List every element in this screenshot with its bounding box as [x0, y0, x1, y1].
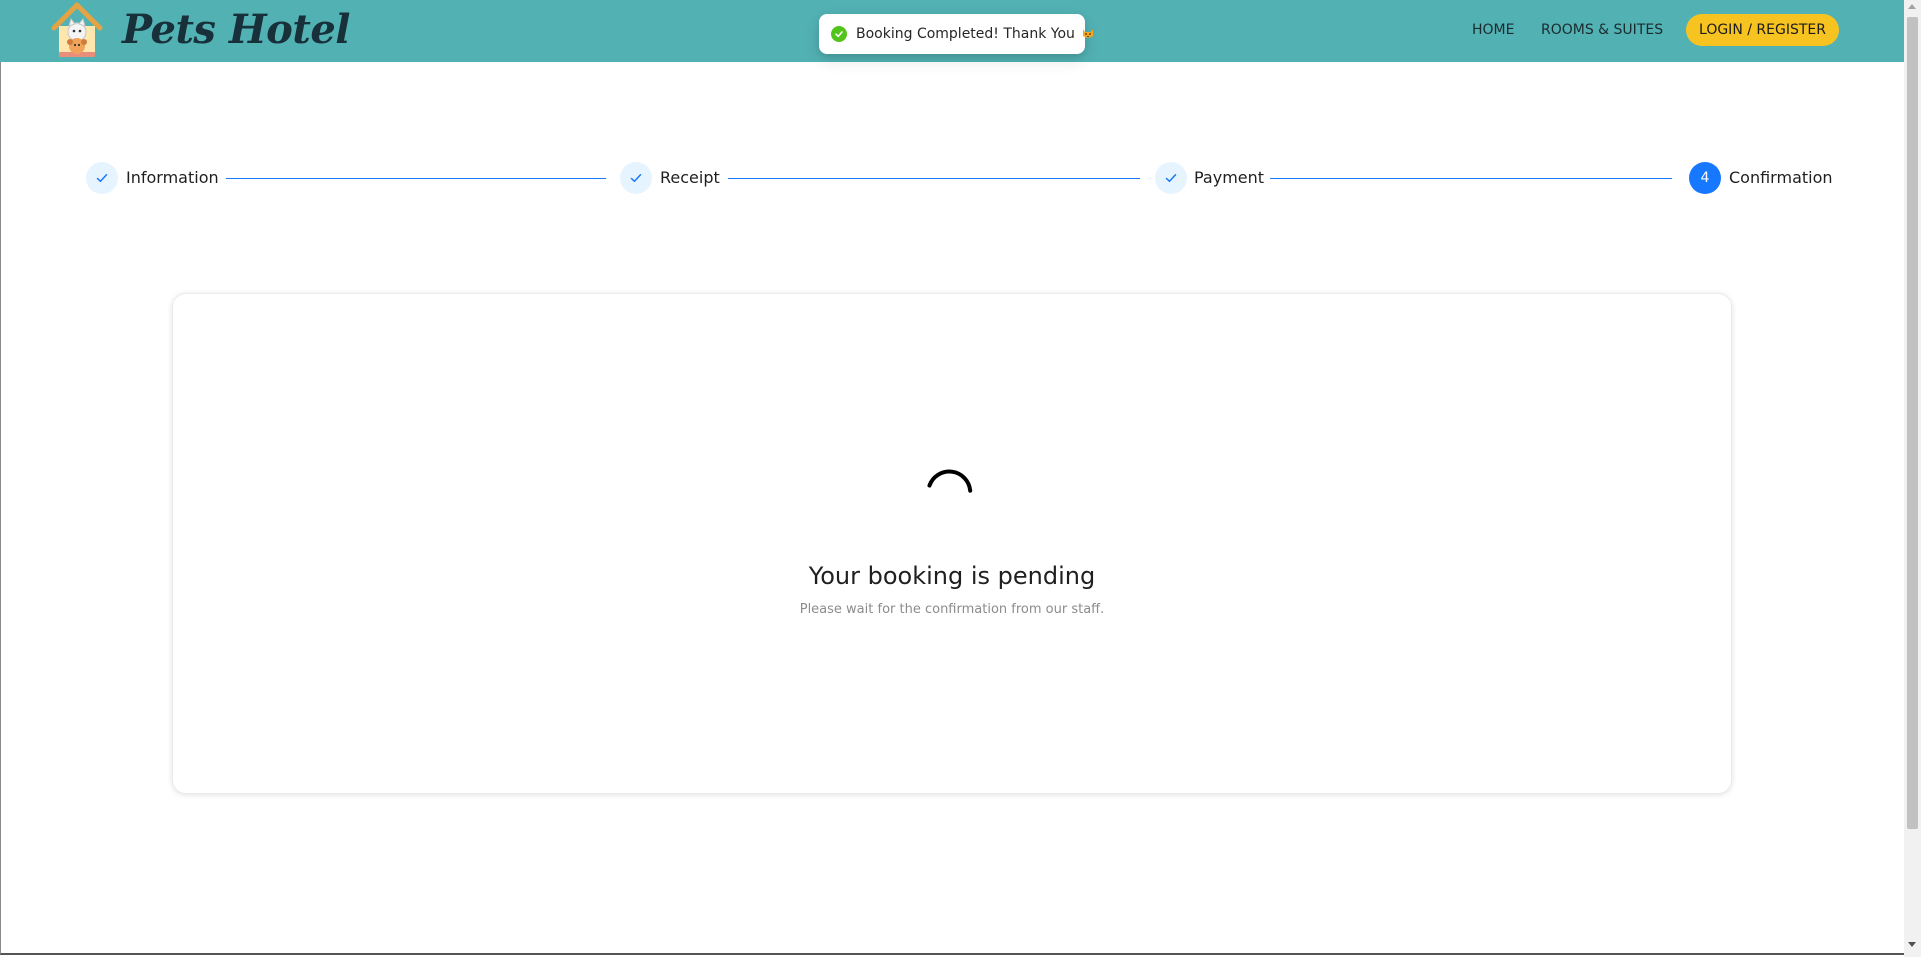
step-connector-line: [226, 178, 606, 179]
login-register-button[interactable]: LOGIN / REGISTER: [1686, 14, 1839, 46]
toast-message: Booking Completed! Thank You: [856, 26, 1095, 42]
step-information-label: Information: [126, 168, 219, 187]
scroll-up-arrow-icon[interactable]: [1908, 4, 1916, 9]
step-connector-line: [728, 178, 1140, 179]
check-circle-icon: [831, 26, 847, 42]
booking-status-title: Your booking is pending: [808, 562, 1096, 590]
scroll-down-arrow-icon[interactable]: [1908, 942, 1916, 947]
cat-face-icon: [1081, 26, 1095, 40]
booking-status-card: Your booking is pending Please wait for …: [172, 293, 1732, 794]
step-information-check-icon: [86, 162, 118, 194]
scrollbar-thumb[interactable]: [1907, 17, 1918, 829]
booking-success-toast: Booking Completed! Thank You: [819, 14, 1093, 54]
step-connector-line: [1270, 178, 1672, 179]
nav-home-link[interactable]: HOME: [1472, 20, 1514, 40]
step-confirmation-number: 4: [1689, 162, 1721, 194]
nav-rooms-suites-link[interactable]: ROOMS & SUITES: [1541, 20, 1663, 40]
loading-spinner-icon: [921, 462, 977, 518]
toast-message-text: Booking Completed! Thank You: [856, 26, 1075, 42]
brand-name[interactable]: Pets Hotel: [122, 2, 350, 58]
step-receipt-label: Receipt: [660, 168, 720, 187]
booking-status-subtitle: Please wait for the confirmation from ou…: [799, 602, 1105, 617]
step-payment-label: Payment: [1194, 168, 1265, 187]
step-confirmation-label: Confirmation: [1729, 168, 1833, 187]
step-receipt-check-icon: [620, 162, 652, 194]
pet-house-logo-icon[interactable]: [48, 2, 106, 58]
vertical-scrollbar[interactable]: [1904, 0, 1921, 957]
booking-steps: Information Receipt Payment 4 Confirmati…: [86, 162, 1833, 196]
step-payment-check-icon: [1155, 162, 1187, 194]
